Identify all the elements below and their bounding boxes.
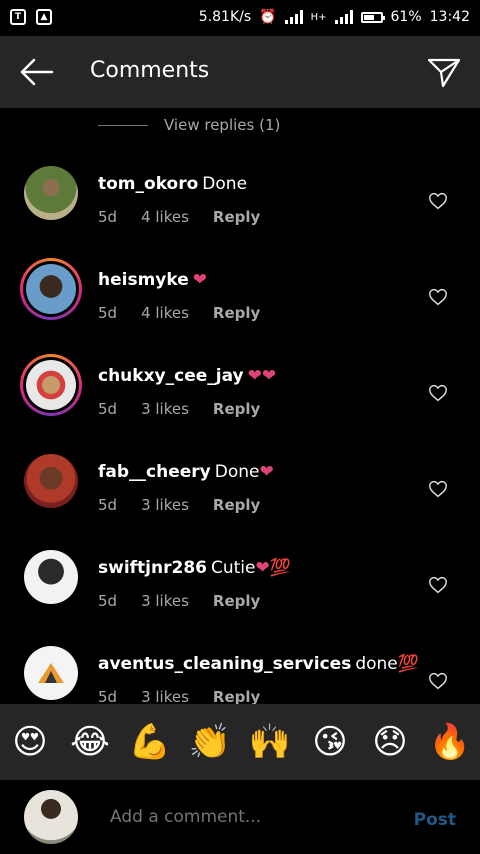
app-bar: Comments xyxy=(0,36,480,108)
comment-emoji: ❤❤ xyxy=(247,366,277,386)
avatar[interactable] xyxy=(20,642,82,704)
post-button[interactable]: Post xyxy=(414,810,456,830)
comment-likes[interactable]: 4 likes xyxy=(141,304,189,322)
comment-likes[interactable]: 3 likes xyxy=(141,400,189,418)
comment-body: Done xyxy=(202,174,248,194)
like-heart-icon[interactable] xyxy=(428,192,448,210)
signal-icon xyxy=(284,10,303,24)
view-replies-link[interactable]: View replies (1) xyxy=(98,116,280,134)
status-bar: T ▲ 5.81K/s ⏰ H+ 61% 13:42 xyxy=(0,0,480,36)
comment-body: done xyxy=(355,654,398,674)
comment-item: fab__cheery Done❤ 5d 3 likes Reply xyxy=(0,438,480,534)
comment-username[interactable]: swiftjnr286 xyxy=(98,558,207,578)
alarm-icon: ⏰ xyxy=(259,9,277,25)
avatar[interactable] xyxy=(20,258,82,320)
page-title: Comments xyxy=(90,58,210,83)
like-heart-icon[interactable] xyxy=(428,384,448,402)
reply-button[interactable]: Reply xyxy=(213,400,260,418)
comment-time: 5d xyxy=(98,496,118,514)
heart-eyes-emoji-button[interactable]: 😍 xyxy=(8,722,52,762)
network-speed: 5.81K/s xyxy=(198,9,252,25)
comment-emoji: ❤ xyxy=(259,462,274,482)
comment-item: tom_okoro Done 5d 4 likes Reply xyxy=(0,150,480,246)
reply-button[interactable]: Reply xyxy=(213,304,260,322)
like-heart-icon[interactable] xyxy=(428,576,448,594)
comment-time: 5d xyxy=(98,208,118,226)
comment-item: chukxy_cee_jay ❤❤ 5d 3 likes Reply xyxy=(0,342,480,438)
divider-line xyxy=(98,124,148,126)
avatar[interactable] xyxy=(20,162,82,224)
send-direct-icon[interactable] xyxy=(426,54,462,90)
clapping-hands-emoji-button[interactable]: 👏 xyxy=(188,722,232,762)
signal-icon-2 xyxy=(334,10,353,24)
raising-hands-emoji-button[interactable]: 🙌 xyxy=(248,722,292,762)
comment-item: heismyke ❤ 5d 4 likes Reply xyxy=(0,246,480,342)
comment-emoji: 💯 xyxy=(397,654,419,674)
comment-likes[interactable]: 4 likes xyxy=(141,208,189,226)
clock: 13:42 xyxy=(429,9,470,25)
comment-likes[interactable]: 3 likes xyxy=(141,592,189,610)
comment-likes[interactable]: 3 likes xyxy=(141,496,189,514)
back-arrow-icon[interactable] xyxy=(18,56,54,88)
tears-of-joy-emoji-button[interactable]: 😂 xyxy=(68,722,112,762)
avatar[interactable] xyxy=(20,354,82,416)
comment-username[interactable]: heismyke xyxy=(98,270,189,290)
fire-emoji-button[interactable]: 🔥 xyxy=(428,722,472,762)
image-notification-icon: ▲ xyxy=(36,9,52,25)
reply-button[interactable]: Reply xyxy=(213,592,260,610)
comment-emoji: ❤💯 xyxy=(255,558,291,578)
like-heart-icon[interactable] xyxy=(428,288,448,306)
view-replies-label: View replies (1) xyxy=(164,116,281,134)
comment-time: 5d xyxy=(98,304,118,322)
comment-username[interactable]: tom_okoro xyxy=(98,174,198,194)
comment-body: Done xyxy=(214,462,260,482)
like-heart-icon[interactable] xyxy=(428,672,448,690)
comment-username[interactable]: chukxy_cee_jay xyxy=(98,366,244,386)
kissing-emoji-button[interactable]: 😘 xyxy=(308,722,352,762)
comment-time: 5d xyxy=(98,400,118,418)
comment-input[interactable] xyxy=(108,806,402,828)
reply-button[interactable]: Reply xyxy=(213,208,260,226)
network-type: H+ xyxy=(310,11,327,23)
reply-button[interactable]: Reply xyxy=(213,496,260,514)
app-notification-icon: T xyxy=(10,9,26,25)
comment-compose-bar: Post xyxy=(0,780,480,854)
company-logo-icon xyxy=(38,663,64,683)
battery-percent: 61% xyxy=(390,9,422,25)
flexed-biceps-emoji-button[interactable]: 💪 xyxy=(128,722,172,762)
comment-username[interactable]: fab__cheery xyxy=(98,462,211,482)
avatar[interactable] xyxy=(20,450,82,512)
comment-time: 5d xyxy=(98,592,118,610)
comment-username[interactable]: aventus_cleaning_services xyxy=(98,654,351,674)
avatar[interactable] xyxy=(20,546,82,608)
my-avatar xyxy=(24,790,78,844)
battery-icon xyxy=(360,11,385,23)
comment-emoji: ❤ xyxy=(192,270,208,290)
comment-body: Cutie xyxy=(210,558,256,578)
emoji-quick-bar: 😍 😂 💪 👏 🙌 😘 😞 🔥 xyxy=(0,704,480,780)
like-heart-icon[interactable] xyxy=(428,480,448,498)
disappointed-emoji-button[interactable]: 😞 xyxy=(368,722,412,762)
comment-item: swiftjnr286 Cutie❤💯 5d 3 likes Reply xyxy=(0,534,480,630)
